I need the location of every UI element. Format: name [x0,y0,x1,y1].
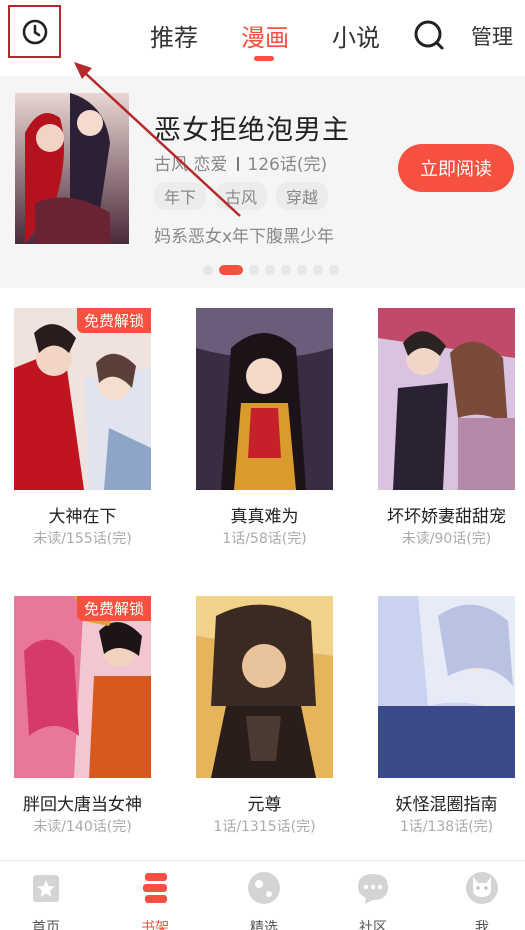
nav-item-featured[interactable]: 精选 [229,869,299,930]
comic-cover[interactable] [196,308,333,490]
carousel-dot[interactable] [329,265,339,275]
comic-card[interactable]: 坏坏娇妻甜甜宠 未读/90话(完) [378,308,525,558]
featured-genres: 古风 恋爱 [154,155,228,175]
featured-tag: 穿越 [276,182,329,210]
comic-progress: 1话/138话(完) [399,819,494,835]
featured-meta: 古风 恋爱 126话(完) [154,150,327,175]
tab-recommend[interactable]: 推荐 [150,18,198,53]
bookshelf-icon [143,873,167,903]
carousel-dot[interactable] [313,265,323,275]
comic-cover[interactable]: 免费解锁 [14,308,151,490]
comic-card[interactable]: 妖怪混圈指南 1话/138话(完) [378,596,525,846]
featured-description: 妈系恶女x年下腹黑少年 [154,227,335,247]
featured-tag: 古风 [215,182,268,210]
comic-cover-art [196,596,333,778]
comic-cover[interactable] [378,308,515,490]
top-bar: 推荐 漫画 小说 管理 [0,0,525,76]
comic-progress: 1话/1315话(完) [213,819,316,835]
profile-icon [466,872,498,904]
nav-label: 社区 [359,920,387,930]
community-icon [358,874,388,904]
comic-progress: 未读/140话(完) [33,819,132,835]
comic-cover-art [378,308,515,490]
featured-banner[interactable]: 恶女拒绝泡男主 古风 恋爱 126话(完) 年下 古风 穿越 妈系恶女x年下腹黑少… [0,76,525,288]
nav-item-community[interactable]: 社区 [338,869,408,930]
comic-cover[interactable] [378,596,515,778]
search-icon [414,20,444,50]
nav-item-bookshelf[interactable]: 书架 [120,869,190,930]
comic-cover-art [196,308,333,490]
search-button[interactable] [412,18,446,52]
read-now-button[interactable]: 立即阅读 [398,144,514,192]
comic-title[interactable]: 妖怪混圈指南 [378,790,515,815]
comic-card[interactable]: 免费解锁 大神在下 未读/155话(完) [14,308,164,558]
featured-title[interactable]: 恶女拒绝泡男主 [154,108,350,147]
nav-label: 首页 [32,920,60,930]
tab-novels[interactable]: 小说 [332,18,380,53]
free-unlock-badge: 免费解锁 [76,308,151,333]
comic-title[interactable]: 坏坏娇妻甜甜宠 [378,502,515,527]
carousel-dot[interactable] [265,265,275,275]
history-button[interactable] [8,5,61,58]
free-unlock-badge: 免费解锁 [76,596,151,621]
featured-cover[interactable] [15,93,129,244]
nav-item-home[interactable]: 首页 [11,869,81,930]
featured-tag: 年下 [154,182,207,210]
comic-progress: 未读/155话(完) [33,531,132,547]
comic-title[interactable]: 大神在下 [14,502,151,527]
comic-title[interactable]: 胖回大唐当女神 [14,790,151,815]
active-tab-indicator [254,56,274,61]
home-icon [33,875,59,902]
comic-card[interactable]: 真真难为 1话/58话(完) [196,308,346,558]
nav-label: 书架 [141,920,169,930]
featured-chapters: 126话(完) [247,155,328,175]
comic-progress: 1话/58话(完) [222,531,307,547]
nav-label: 精选 [250,920,278,930]
comic-title[interactable]: 元尊 [196,790,333,815]
comic-cover[interactable]: 免费解锁 [14,596,151,778]
carousel-dot[interactable] [249,265,259,275]
clock-icon [22,19,47,44]
comic-cover-art [14,596,151,778]
comic-cover[interactable] [196,596,333,778]
comic-card[interactable]: 元尊 1话/1315话(完) [196,596,346,846]
featured-cover-art [15,93,129,244]
bottom-nav: 首页 书架 精选 社区 我 [0,860,525,930]
carousel-dot[interactable] [203,265,213,275]
comic-title[interactable]: 真真难为 [196,502,333,527]
comic-cover-art [14,308,151,490]
carousel-dot[interactable] [281,265,291,275]
carousel-dot[interactable] [297,265,307,275]
featured-icon [248,872,280,904]
carousel-dot[interactable] [219,265,243,275]
nav-item-profile[interactable]: 我 [447,869,517,930]
meta-divider [237,157,240,171]
featured-tags: 年下 古风 穿越 [154,182,337,210]
nav-label: 我 [475,920,489,930]
manage-button[interactable]: 管理 [471,21,513,51]
comic-progress: 未读/90话(完) [401,531,492,547]
comic-card[interactable]: 免费解锁 胖回大唐当女神 未读/140话(完) [14,596,164,846]
tab-comics[interactable]: 漫画 [241,18,289,53]
comic-cover-art [378,596,515,778]
carousel-indicator [203,265,345,275]
